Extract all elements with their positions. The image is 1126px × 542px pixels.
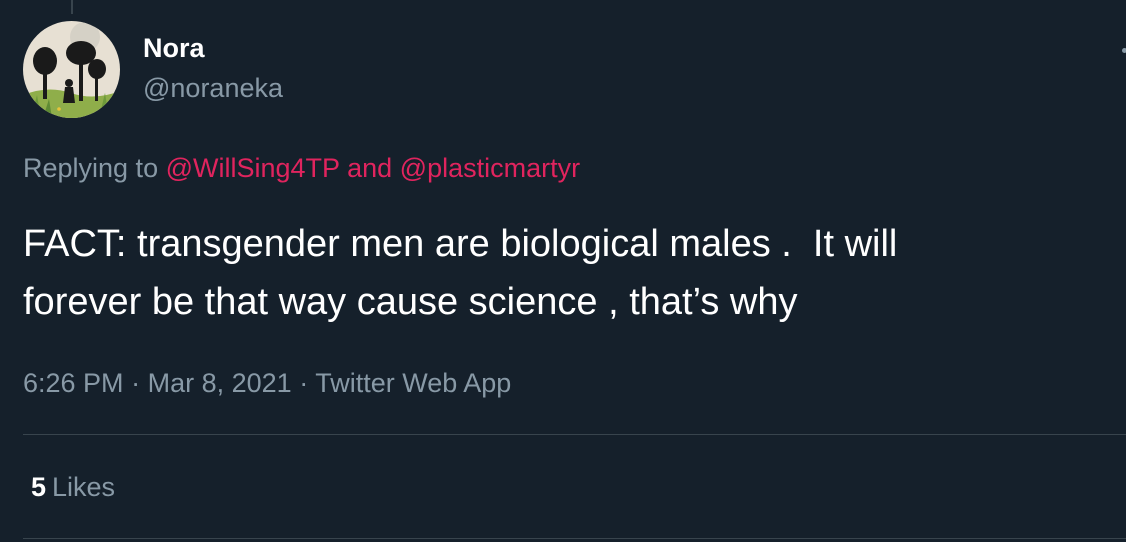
tweet-source-link[interactable]: Twitter Web App: [315, 368, 511, 398]
user-handle[interactable]: @noraneka: [143, 70, 283, 106]
stats-divider-bottom: [23, 538, 1126, 539]
tweet-text: FACT: transgender men are biological mal…: [23, 223, 898, 323]
replying-to-line: Replying to @WillSing4TP and @plasticmar…: [23, 150, 580, 186]
tweet-date-link[interactable]: Mar 8, 2021: [148, 368, 292, 398]
stats-divider-top: [23, 434, 1126, 435]
more-icon: [1122, 48, 1126, 53]
more-options-button[interactable]: [1114, 40, 1126, 60]
mention-link-plasticmartyr[interactable]: @plasticmartyr: [400, 153, 580, 183]
reply-conjunction: and: [347, 153, 393, 183]
replying-to-label: Replying to: [23, 153, 159, 183]
avatar[interactable]: [23, 21, 120, 118]
thread-connector-line: [71, 0, 73, 14]
likes-label: Likes: [52, 472, 116, 502]
tweet-time-link[interactable]: 6:26 PM: [23, 368, 124, 398]
tweet-meta: 6:26 PM · Mar 8, 2021 · Twitter Web App: [23, 365, 511, 401]
likes-stat[interactable]: 5 Likes: [31, 469, 115, 505]
meta-separator: ·: [299, 368, 309, 398]
likes-count: 5: [31, 472, 47, 502]
mention-link-willsing4tp[interactable]: @WillSing4TP: [166, 153, 340, 183]
user-display-name[interactable]: Nora: [143, 30, 205, 66]
meta-separator: ·: [131, 368, 141, 398]
avatar-image: [23, 21, 120, 118]
